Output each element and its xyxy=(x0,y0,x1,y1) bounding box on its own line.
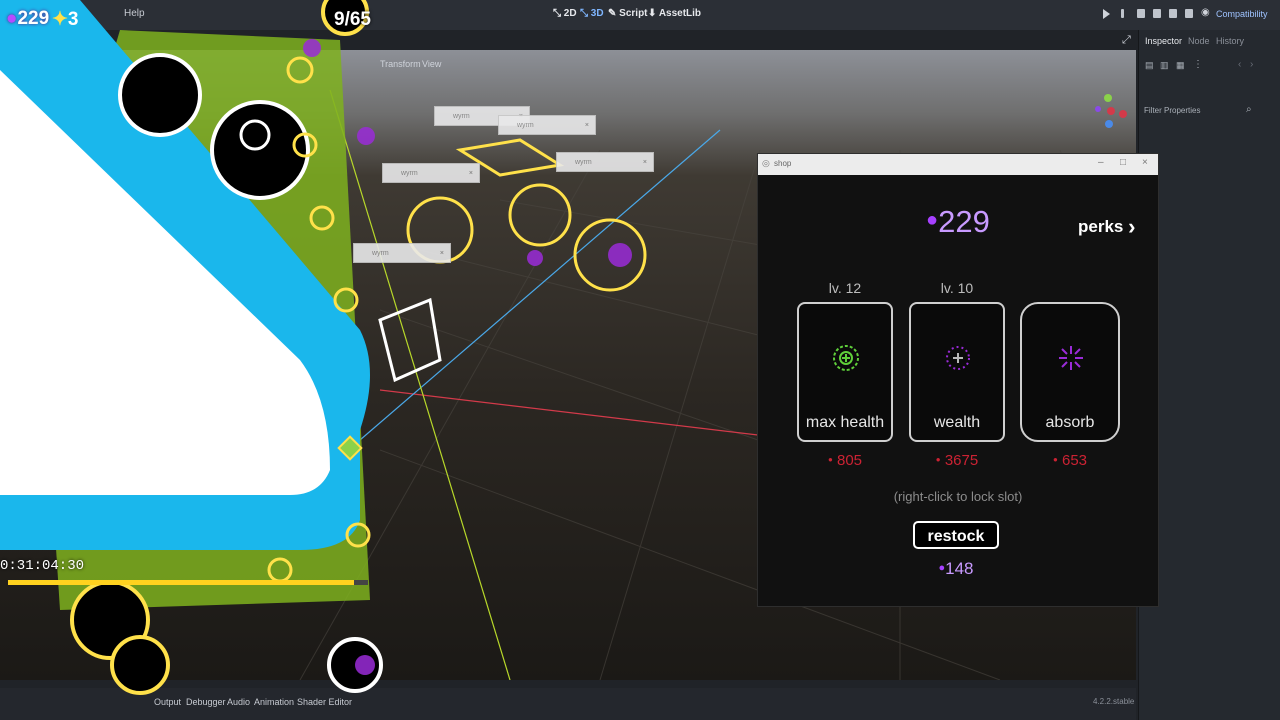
run-progress-bar xyxy=(8,580,368,585)
play-icon[interactable] xyxy=(1103,9,1110,19)
slot-price: ● 653 xyxy=(1052,452,1088,469)
close-icon[interactable]: × xyxy=(1142,157,1148,168)
more-icon[interactable]: ⋮ xyxy=(1193,59,1203,70)
max-health-icon xyxy=(833,345,859,371)
perks-button[interactable]: perks › xyxy=(1078,214,1135,240)
hud-score: ●229 xyxy=(6,8,50,29)
wealth-icon xyxy=(946,346,970,370)
minimize-icon[interactable]: – xyxy=(1098,157,1104,168)
history-forward-icon[interactable]: › xyxy=(1250,59,1253,70)
search-icon: ⌕ xyxy=(1246,104,1252,115)
axis-gizmo[interactable] xyxy=(1094,94,1128,128)
play-custom-icon[interactable] xyxy=(1185,9,1193,18)
stop-icon[interactable] xyxy=(1137,9,1145,18)
slot-level: lv. 10 xyxy=(940,280,974,296)
mini-window[interactable]: wyrm× xyxy=(498,115,596,135)
app-icon: ◎ xyxy=(762,158,770,168)
game-scene xyxy=(0,0,647,695)
shop-window: ◎ shop – □ × ●229 perks › lv. 12 lv. 10 … xyxy=(757,153,1159,607)
shop-window-title: shop xyxy=(774,159,792,168)
absorb-icon xyxy=(1059,346,1083,370)
slot-level: lv. 12 xyxy=(828,280,862,296)
tab-inspector[interactable]: Inspector xyxy=(1145,36,1182,46)
slot-name: wealth xyxy=(933,414,981,431)
currency-dot-icon: ● xyxy=(6,8,18,29)
pause-icon[interactable] xyxy=(1121,9,1124,18)
shop-slot-wealth[interactable]: wealth xyxy=(909,302,1005,442)
maximize-icon[interactable]: □ xyxy=(1120,157,1126,168)
filter-properties-input[interactable]: Filter Properties xyxy=(1144,106,1200,115)
save-resource-icon[interactable]: ▦ xyxy=(1176,60,1185,71)
tab-node[interactable]: Node xyxy=(1188,36,1210,46)
close-icon[interactable]: × xyxy=(585,116,589,136)
restock-button[interactable]: restock xyxy=(913,521,999,549)
mini-window[interactable]: wyrm× xyxy=(556,152,654,172)
renderer-select[interactable]: Compatibility xyxy=(1216,9,1268,19)
movie-maker-icon[interactable]: ◉ xyxy=(1201,7,1210,18)
slot-name: max health xyxy=(805,414,885,431)
fullscreen-icon[interactable]: ⤢ xyxy=(1122,34,1131,47)
close-icon[interactable]: × xyxy=(643,153,647,173)
remote-debug-icon[interactable] xyxy=(1153,9,1161,18)
engine-version: 4.2.2.stable xyxy=(1093,697,1135,706)
mini-window[interactable]: wyrm× xyxy=(353,243,451,263)
close-icon[interactable]: × xyxy=(440,244,444,264)
run-progress-fill xyxy=(8,580,354,585)
history-back-icon[interactable]: ‹ xyxy=(1238,59,1241,70)
star-icon: ✦ xyxy=(52,9,68,30)
currency-dot-icon: ● xyxy=(935,455,941,464)
currency-dot-icon: ● xyxy=(926,209,939,231)
slot-price: ● 805 xyxy=(827,452,863,469)
shop-coins: ●229 xyxy=(926,204,990,239)
chevron-right-icon: › xyxy=(1128,214,1136,239)
mini-window[interactable]: wyrm× xyxy=(382,163,480,183)
currency-dot-icon: ● xyxy=(1052,455,1058,464)
run-timer: 0:31:04:30 xyxy=(0,558,85,574)
lock-slot-hint: (right-click to lock slot) xyxy=(893,489,1023,504)
slot-price: ● 3675 xyxy=(935,452,979,469)
enemy-cell xyxy=(118,53,202,137)
hud-enemy-count: 9/65 xyxy=(334,9,371,30)
hud-stars: ✦3 xyxy=(52,9,79,30)
load-resource-icon[interactable]: ▥ xyxy=(1160,60,1169,71)
restock-price: ●148 xyxy=(938,559,974,578)
currency-dot-icon: ● xyxy=(827,455,833,464)
new-resource-icon[interactable]: ▤ xyxy=(1145,60,1154,71)
shop-slot-max-health[interactable]: max health xyxy=(797,302,893,442)
slot-name: absorb xyxy=(1045,414,1095,431)
tab-history[interactable]: History xyxy=(1216,36,1244,46)
close-icon[interactable]: × xyxy=(469,164,473,184)
shop-slot-absorb[interactable]: absorb xyxy=(1020,302,1120,442)
enemy-cell xyxy=(110,635,170,695)
inspector-dock xyxy=(1138,30,1280,720)
shop-title-bar[interactable]: ◎ shop – □ × xyxy=(758,154,1158,175)
play-scene-icon[interactable] xyxy=(1169,9,1177,18)
